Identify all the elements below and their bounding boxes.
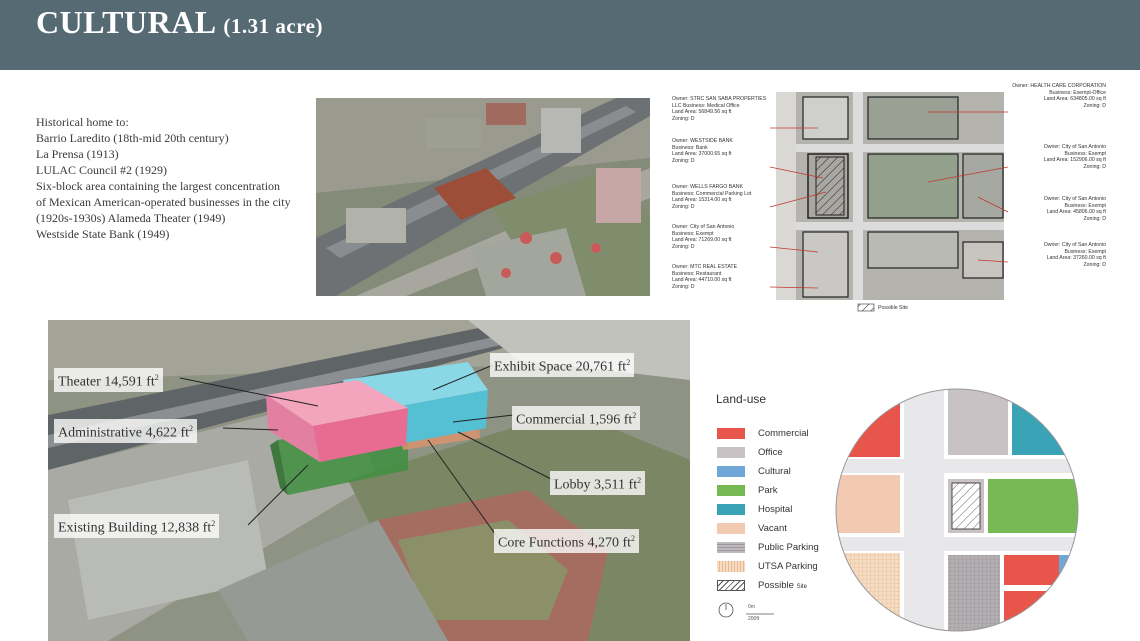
- parcel-label: Owner: WELLS FARGO BANK Business: Commerc…: [672, 184, 752, 210]
- history-line: (1920s-1930s) Alameda Theater (1949): [36, 211, 226, 225]
- history-text-block: Historical home to: Barrio Laredito (18t…: [36, 114, 311, 242]
- scale-label-bottom: 200ft: [748, 616, 760, 622]
- land-use-map: [835, 388, 1079, 632]
- callout-core-functions: Core Functions 4,270 ft2: [494, 529, 639, 553]
- callout-commercial: Commercial 1,596 ft2: [512, 406, 641, 430]
- callout-lobby: Lobby 3,511 ft2: [550, 471, 646, 495]
- parcel-map: Owner: STRC SAN SABA PROPERTIES LLC Busin…: [658, 82, 1108, 314]
- parcel-label: Owner: HEALTH CARE CORPORATION Business: …: [1012, 83, 1106, 109]
- parcel-label: Owner: MTC REAL ESTATE Business: Restaura…: [672, 264, 738, 290]
- aerial-photo-graphic: [316, 98, 650, 296]
- parcel-label: Owner: WESTSIDE BANK Business: Bank Land A…: [672, 138, 733, 164]
- history-line: Six-block area containing the largest co…: [36, 179, 281, 193]
- title-text: CULTURAL: [36, 4, 215, 40]
- land-use-title: Land-use: [716, 392, 767, 406]
- scale-label-top: 0m: [748, 604, 755, 610]
- land-use-panel: Land-use Commercial Office Cultural Park…: [708, 380, 1140, 641]
- parcel-label: Owner: City of San Antonio Business: Exem…: [1043, 242, 1106, 268]
- page-title: CULTURAL (1.31 acre): [36, 4, 323, 41]
- parcel-label: Owner: City of San Antonio Business: Exem…: [1043, 196, 1106, 222]
- header-bar: CULTURAL (1.31 acre): [0, 0, 1140, 70]
- parcel-label: Owner: STRC SAN SABA PROPERTIES LLC Busin…: [672, 96, 767, 122]
- acreage-text: (1.31 acre): [223, 14, 323, 38]
- callout-theater: Theater 14,591 ft2: [54, 368, 163, 392]
- parcel-label: Owner: City of San Antonio Business: Exem…: [672, 224, 735, 250]
- history-heading: Historical home to:: [36, 115, 129, 129]
- history-line: Westside State Bank (1949): [36, 227, 170, 241]
- history-line: LULAC Council #2 (1929): [36, 163, 167, 177]
- history-line: of Mexican American-operated businesses …: [36, 195, 291, 209]
- possible-site-legend: Possible Site: [878, 305, 908, 311]
- aerial-photo: [316, 98, 650, 296]
- parcel-label: Owner: City of San Antonio Business: Exem…: [1043, 144, 1106, 170]
- history-line: Barrio Laredito (18th-mid 20th century): [36, 131, 229, 145]
- callout-existing-building: Existing Building 12,838 ft2: [54, 514, 220, 538]
- scale-bar: [718, 602, 774, 618]
- history-line: La Prensa (1913): [36, 147, 119, 161]
- callout-administrative: Administrative 4,622 ft2: [54, 419, 198, 443]
- callout-exhibit-space: Exhibit Space 20,761 ft2: [490, 353, 635, 377]
- massing-diagram: Theater 14,591 ft2 Administrative 4,622 …: [48, 320, 690, 641]
